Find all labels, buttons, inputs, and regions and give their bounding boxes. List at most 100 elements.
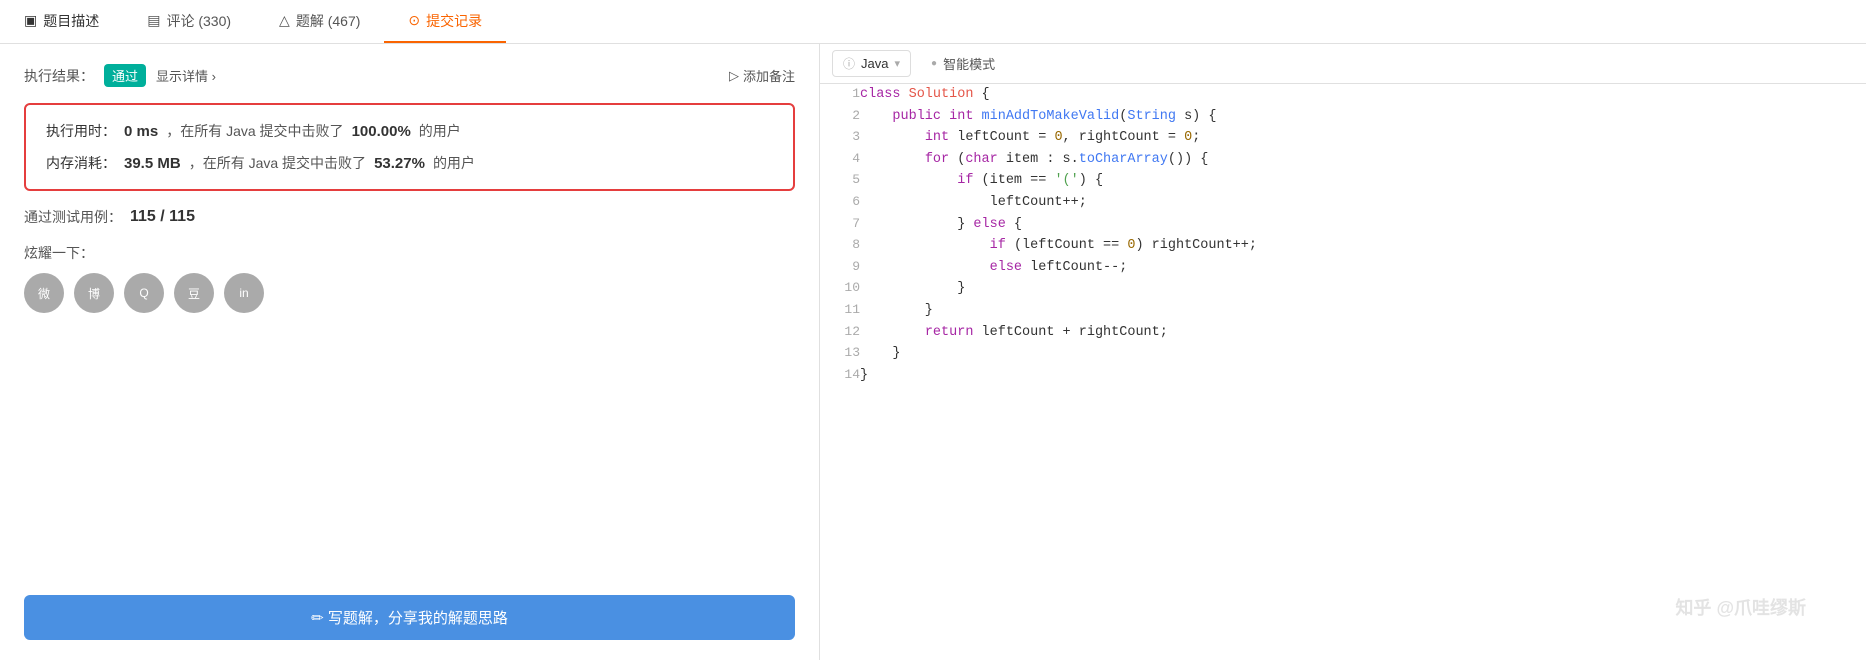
detail-link[interactable]: 显示详情 › — [156, 66, 216, 85]
lang-info-icon: ⓘ — [843, 55, 855, 72]
line-number: 4 — [820, 149, 860, 171]
add-note-label: 添加备注 — [743, 66, 795, 85]
submissions-icon: ⊙ — [408, 12, 420, 29]
table-row: 12 return leftCount + rightCount; — [820, 322, 1866, 344]
table-row: 11 } — [820, 300, 1866, 322]
time-stat-row: 执行用时： 0 ms ，在所有 Java 提交中击败了 100.00% 的用户 — [46, 121, 773, 141]
smart-mode-dot: ● — [931, 58, 937, 69]
line-number: 7 — [820, 214, 860, 236]
code-editor[interactable]: 1class Solution {2 public int minAddToMa… — [820, 84, 1866, 660]
smart-mode-indicator: ● 智能模式 — [931, 54, 995, 73]
test-cases-row: 通过测试用例： 115 / 115 — [24, 207, 795, 227]
exec-label: 执行结果： — [24, 66, 94, 86]
tab-description-label: 题目描述 — [43, 11, 99, 31]
line-number: 9 — [820, 257, 860, 279]
line-number: 6 — [820, 192, 860, 214]
time-text2: 的用户 — [419, 121, 461, 141]
line-number: 10 — [820, 278, 860, 300]
code-line: } — [860, 300, 1866, 322]
time-label: 执行用时： — [46, 121, 116, 141]
tab-comments[interactable]: ▤ 评论 (330) — [123, 0, 255, 43]
tab-comments-label: 评论 (330) — [166, 11, 231, 31]
solutions-icon: △ — [279, 12, 290, 29]
share-linkedin-btn[interactable]: in — [224, 273, 264, 313]
table-row: 1class Solution { — [820, 84, 1866, 106]
table-row: 13 } — [820, 343, 1866, 365]
code-line: leftCount++; — [860, 192, 1866, 214]
time-value: 0 ms — [124, 123, 158, 140]
app-container: ▣ 题目描述 ▤ 评论 (330) △ 题解 (467) ⊙ 提交记录 执行结果… — [0, 0, 1866, 660]
code-line: if (item == '(') { — [860, 170, 1866, 192]
code-line: } — [860, 365, 1866, 387]
tab-bar: ▣ 题目描述 ▤ 评论 (330) △ 题解 (467) ⊙ 提交记录 — [0, 0, 1866, 44]
share-label: 炫耀一下： — [24, 243, 795, 263]
memory-text1: ，在所有 Java 提交中击败了 — [189, 153, 366, 173]
line-number: 8 — [820, 235, 860, 257]
code-line: for (char item : s.toCharArray()) { — [860, 149, 1866, 171]
share-section: 炫耀一下： 微 博 Q 豆 in — [24, 243, 795, 313]
memory-value: 39.5 MB — [124, 155, 181, 172]
comments-icon: ▤ — [147, 12, 160, 29]
write-solution-button[interactable]: ✏ 写题解，分享我的解题思路 — [24, 595, 795, 640]
smart-mode-label: 智能模式 — [943, 54, 995, 73]
tab-description[interactable]: ▣ 题目描述 — [0, 0, 123, 43]
code-line: } else { — [860, 214, 1866, 236]
language-selector[interactable]: ⓘ Java ▾ — [832, 50, 911, 77]
right-panel: ⓘ Java ▾ ● 智能模式 1class Solution {2 publi… — [820, 44, 1866, 660]
left-panel: 执行结果： 通过 显示详情 › ▷ 添加备注 执行用时： 0 ms ，在所有 J… — [0, 44, 820, 660]
main-split: 执行结果： 通过 显示详情 › ▷ 添加备注 执行用时： 0 ms ，在所有 J… — [0, 44, 1866, 660]
table-row: 8 if (leftCount == 0) rightCount++; — [820, 235, 1866, 257]
share-douban-btn[interactable]: 豆 — [174, 273, 214, 313]
chevron-down-icon: ▾ — [894, 57, 900, 70]
code-line: else leftCount--; — [860, 257, 1866, 279]
pass-badge: 通过 — [104, 64, 146, 87]
code-line: } — [860, 343, 1866, 365]
language-label: Java — [861, 56, 888, 71]
code-line: return leftCount + rightCount; — [860, 322, 1866, 344]
share-icons: 微 博 Q 豆 in — [24, 273, 795, 313]
line-number: 3 — [820, 127, 860, 149]
line-number: 13 — [820, 343, 860, 365]
time-text1: ，在所有 Java 提交中击败了 — [166, 121, 343, 141]
add-note-btn[interactable]: ▷ 添加备注 — [729, 66, 795, 85]
table-row: 9 else leftCount--; — [820, 257, 1866, 279]
editor-toolbar: ⓘ Java ▾ ● 智能模式 — [820, 44, 1866, 84]
share-qq-btn[interactable]: Q — [124, 273, 164, 313]
code-line: int leftCount = 0, rightCount = 0; — [860, 127, 1866, 149]
table-row: 3 int leftCount = 0, rightCount = 0; — [820, 127, 1866, 149]
table-row: 7 } else { — [820, 214, 1866, 236]
tab-submissions[interactable]: ⊙ 提交记录 — [384, 0, 506, 43]
line-number: 12 — [820, 322, 860, 344]
memory-stat-row: 内存消耗： 39.5 MB ，在所有 Java 提交中击败了 53.27% 的用… — [46, 153, 773, 173]
line-number: 2 — [820, 106, 860, 128]
test-cases-value: 115 / 115 — [130, 208, 195, 226]
tab-submissions-label: 提交记录 — [426, 11, 482, 31]
tab-solutions-label: 题解 (467) — [296, 11, 361, 31]
table-row: 4 for (char item : s.toCharArray()) { — [820, 149, 1866, 171]
table-row: 5 if (item == '(') { — [820, 170, 1866, 192]
table-row: 14} — [820, 365, 1866, 387]
code-line: public int minAddToMakeValid(String s) { — [860, 106, 1866, 128]
table-row: 10 } — [820, 278, 1866, 300]
code-table: 1class Solution {2 public int minAddToMa… — [820, 84, 1866, 386]
description-icon: ▣ — [24, 12, 37, 29]
tab-solutions[interactable]: △ 题解 (467) — [255, 0, 384, 43]
code-line: } — [860, 278, 1866, 300]
line-number: 5 — [820, 170, 860, 192]
line-number: 14 — [820, 365, 860, 387]
table-row: 2 public int minAddToMakeValid(String s)… — [820, 106, 1866, 128]
line-number: 1 — [820, 84, 860, 106]
share-wechat-btn[interactable]: 微 — [24, 273, 64, 313]
test-cases-label: 通过测试用例： — [24, 207, 122, 227]
line-number: 11 — [820, 300, 860, 322]
exec-result-row: 执行结果： 通过 显示详情 › ▷ 添加备注 — [24, 64, 795, 87]
add-note-icon: ▷ — [729, 68, 739, 84]
memory-percent: 53.27% — [374, 155, 425, 172]
memory-text2: 的用户 — [433, 153, 475, 173]
memory-label: 内存消耗： — [46, 153, 116, 173]
table-row: 6 leftCount++; — [820, 192, 1866, 214]
code-line: class Solution { — [860, 84, 1866, 106]
code-line: if (leftCount == 0) rightCount++; — [860, 235, 1866, 257]
share-weibo-btn[interactable]: 博 — [74, 273, 114, 313]
stats-box: 执行用时： 0 ms ，在所有 Java 提交中击败了 100.00% 的用户 … — [24, 103, 795, 191]
